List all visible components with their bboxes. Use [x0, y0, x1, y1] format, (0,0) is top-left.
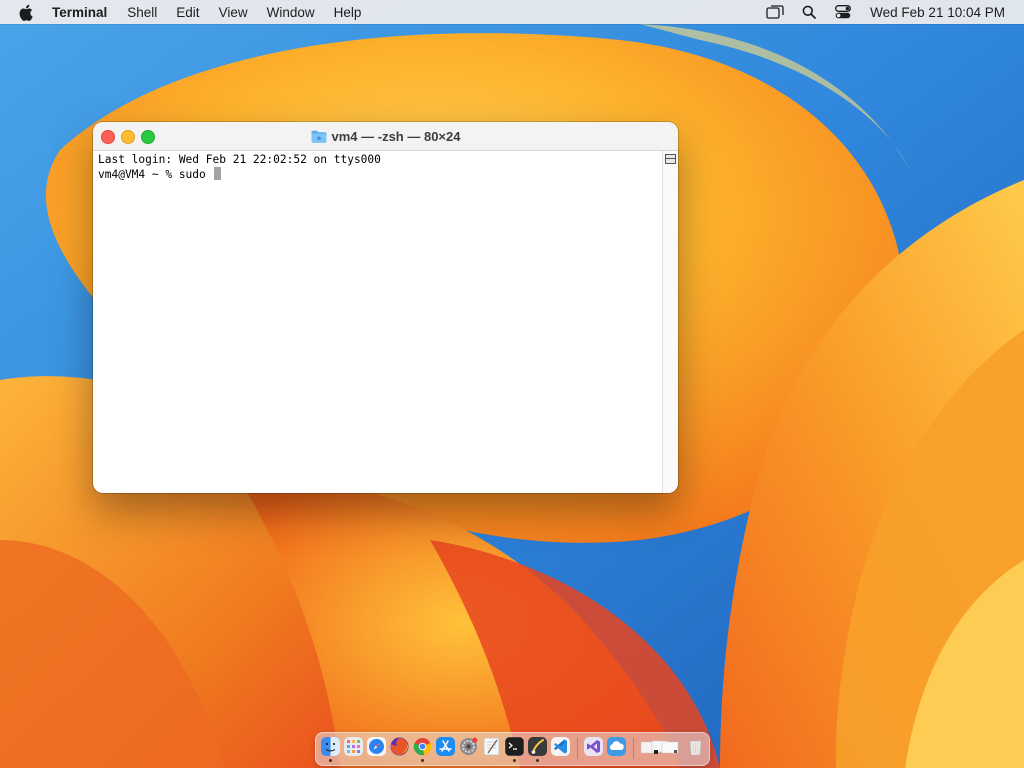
terminal-prompt-text: vm4@VM4 ~ % sudo: [98, 168, 213, 181]
textedit-icon[interactable]: [482, 737, 501, 756]
terminal-cursor: [213, 167, 221, 180]
terminal-window: vm4 — -zsh — 80×24 Last login: Wed Feb 2…: [93, 122, 678, 493]
dock-separator: [633, 738, 634, 759]
home-folder-icon: [311, 130, 326, 143]
system-settings-icon[interactable]: [459, 737, 478, 756]
script-editor-icon[interactable]: [528, 737, 547, 756]
window-title: vm4 — -zsh — 80×24: [93, 122, 678, 150]
finder-running-indicator: [329, 759, 332, 762]
terminal-icon[interactable]: [505, 737, 524, 756]
window-titlebar[interactable]: vm4 — -zsh — 80×24: [93, 122, 678, 151]
terminal-prompt-line: vm4@VM4 ~ % sudo: [98, 167, 663, 181]
split-pane-icon[interactable]: [665, 154, 676, 164]
menu-app-name[interactable]: Terminal: [52, 5, 107, 20]
menu-bar: Terminal Shell Edit View Window Help Wed…: [0, 0, 1024, 24]
terminal-scrollbar[interactable]: [662, 151, 678, 493]
control-center-icon[interactable]: [834, 4, 852, 20]
app-store-icon[interactable]: [436, 737, 455, 756]
downloads-stack-icon[interactable]: [640, 737, 680, 756]
trash-icon[interactable]: [686, 737, 705, 756]
menu-edit[interactable]: Edit: [176, 5, 199, 20]
dock: [315, 732, 710, 766]
dock-separator: [577, 738, 578, 759]
firefox-icon[interactable]: [390, 737, 409, 756]
chrome-icon[interactable]: [413, 737, 432, 756]
cloud-app-icon[interactable]: [607, 737, 626, 756]
apple-menu-icon[interactable]: [18, 3, 34, 21]
menu-view[interactable]: View: [219, 5, 248, 20]
screen-mirroring-icon[interactable]: [766, 4, 784, 20]
window-title-text: vm4 — -zsh — 80×24: [331, 128, 461, 144]
launchpad-icon[interactable]: [344, 737, 363, 756]
vscode-icon[interactable]: [551, 737, 570, 756]
terminal-line-last-login: Last login: Wed Feb 21 22:02:52 on ttys0…: [98, 153, 381, 166]
menu-clock[interactable]: Wed Feb 21 10:04 PM: [870, 5, 1005, 20]
menu-shell[interactable]: Shell: [127, 5, 157, 20]
spotlight-search-icon[interactable]: [800, 4, 818, 20]
terminal-running-indicator: [513, 759, 516, 762]
menu-help[interactable]: Help: [334, 5, 362, 20]
menu-window[interactable]: Window: [267, 5, 315, 20]
script-editor-running-indicator: [536, 759, 539, 762]
terminal-text-area[interactable]: Last login: Wed Feb 21 22:02:52 on ttys0…: [93, 151, 663, 493]
finder-icon[interactable]: [321, 737, 340, 756]
visual-studio-icon[interactable]: [584, 737, 603, 756]
chrome-running-indicator: [421, 759, 424, 762]
safari-icon[interactable]: [367, 737, 386, 756]
